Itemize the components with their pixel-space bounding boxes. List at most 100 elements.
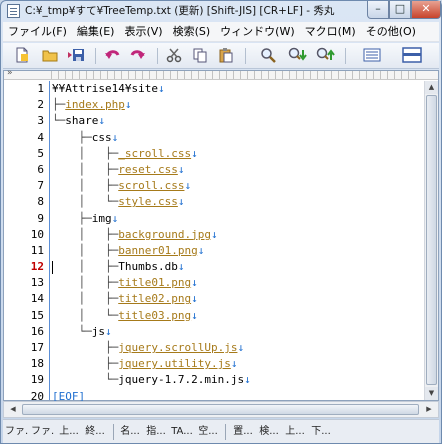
redo-icon[interactable] — [127, 47, 149, 65]
line-number: 18 — [30, 357, 44, 371]
horizontal-scroll-thumb[interactable] — [22, 404, 419, 415]
newline-mark: ↓ — [244, 373, 251, 387]
editor-line[interactable]: 9 ├─img↓ — [4, 211, 424, 227]
file-link[interactable]: background.jpg — [118, 228, 211, 241]
editor-line[interactable]: 4 ├─css↓ — [4, 130, 424, 146]
file-link[interactable]: banner01.png — [118, 244, 197, 257]
new-file-icon[interactable] — [11, 47, 33, 65]
maximize-button[interactable]: □ — [389, 1, 411, 19]
fkey-9[interactable]: 置... — [231, 423, 255, 441]
open-folder-icon[interactable] — [39, 47, 61, 65]
split-window-icon[interactable] — [401, 47, 423, 65]
file-link[interactable]: title03.png — [118, 309, 191, 322]
scroll-left-icon[interactable]: ◀ — [6, 403, 20, 416]
fkey-8[interactable]: 空... — [196, 423, 220, 441]
line-content: ├─img↓ — [52, 211, 118, 227]
editor-line[interactable]: 10 │ ├─background.jpg↓ — [4, 227, 424, 243]
line-content: │ ├─reset.css↓ — [52, 162, 184, 178]
menu-window[interactable]: ウィンドウ(W) — [215, 22, 299, 41]
newline-mark: ↓ — [177, 195, 185, 209]
editor-line[interactable]: 16 └─js↓ — [4, 324, 424, 340]
fkey-6[interactable]: 指... — [144, 423, 168, 441]
menu-view[interactable]: 表示(V) — [119, 22, 167, 41]
tree-branch: ├─ — [52, 211, 92, 225]
paste-icon[interactable] — [215, 47, 237, 65]
close-button[interactable]: ✕ — [411, 1, 441, 19]
file-link[interactable]: scroll.css — [118, 179, 184, 192]
line-content: └─share↓ — [52, 113, 105, 129]
menu-file[interactable]: ファイル(F) — [3, 22, 72, 41]
file-name: Thumbs.db — [118, 260, 178, 274]
ruler-scroll-icon[interactable]: » — [7, 68, 13, 78]
search-down-icon[interactable] — [287, 47, 309, 65]
fkey-12[interactable]: 下... — [309, 423, 333, 441]
menu-other[interactable]: その他(O) — [361, 22, 421, 41]
line-content: ├─jquery.utility.js↓ — [52, 356, 237, 372]
editor-line[interactable]: 8 │ └─style.css↓ — [4, 194, 424, 210]
app-window: C:¥_tmp¥すて¥TreeTemp.txt (更新) [Shift-JIS]… — [0, 0, 442, 444]
fkey-7[interactable]: TA... — [170, 423, 194, 441]
editor-line[interactable]: 3 └─share↓ — [4, 113, 424, 129]
text-lines[interactable]: 1 ¥¥Attrise14¥site↓ 2 ├─index.php↓ 3 └─share↓… — [4, 81, 424, 405]
fkey-1[interactable]: ファ.. — [5, 423, 29, 441]
tree-branch: │ ├─ — [52, 146, 119, 160]
text-editor[interactable]: » 1 ¥¥Attrise14¥site↓ 2 ├─index.php↓ 3 └─shar… — [3, 68, 439, 403]
editor-line[interactable]: 2 ├─index.php↓ — [4, 97, 424, 113]
search-up-icon[interactable] — [315, 47, 337, 65]
undo-icon[interactable] — [101, 47, 123, 65]
file-link[interactable]: title01.png — [118, 276, 191, 289]
editor-line[interactable]: 13 │ ├─title01.png↓ — [4, 275, 424, 291]
save-icon[interactable] — [65, 47, 87, 65]
list-view-icon[interactable] — [361, 47, 383, 65]
fkey-10[interactable]: 検... — [257, 423, 281, 441]
file-name: img — [91, 211, 112, 225]
line-number: 16 — [30, 324, 44, 338]
menu-edit[interactable]: 編集(E) — [72, 22, 120, 41]
editor-line[interactable]: 15 │ └─title03.png↓ — [4, 308, 424, 324]
file-link[interactable]: title02.png — [118, 292, 191, 305]
newline-mark: ↓ — [191, 146, 198, 160]
editor-line[interactable]: 11 │ ├─banner01.png↓ — [4, 243, 424, 259]
tree-branch: ├─ — [52, 341, 119, 354]
file-link[interactable]: style.css — [118, 195, 178, 208]
fkey-4[interactable]: 終... — [83, 423, 107, 441]
fkey-11[interactable]: 上... — [283, 423, 307, 441]
text-caret — [52, 261, 53, 275]
fkey-5[interactable]: 名... — [118, 423, 142, 441]
file-link[interactable]: index.php — [65, 98, 125, 111]
editor-line[interactable]: 12 │ ├─Thumbs.db↓ — [4, 259, 424, 275]
search-icon[interactable] — [257, 47, 279, 65]
newline-mark: ↓ — [191, 308, 198, 322]
editor-line[interactable]: 14 │ ├─title02.png↓ — [4, 291, 424, 307]
file-link[interactable]: jquery.utility.js — [118, 357, 231, 370]
vertical-scrollbar[interactable]: ▲ ▼ — [424, 81, 438, 400]
file-link[interactable]: jquery.scrollUp.js — [118, 341, 237, 354]
editor-line[interactable]: 1 ¥¥Attrise14¥site↓ — [4, 81, 424, 97]
newline-mark: ↓ — [177, 162, 185, 176]
editor-line[interactable]: 18 ├─jquery.utility.js↓ — [4, 356, 424, 372]
fkey-2[interactable]: ファ.. — [31, 423, 55, 441]
editor-line[interactable]: 7 │ ├─scroll.css↓ — [4, 178, 424, 194]
editor-line[interactable]: 19 └─jquery-1.7.2.min.js↓ — [4, 372, 424, 388]
line-number: 6 — [37, 162, 44, 176]
horizontal-scrollbar[interactable]: ◀ ▶ — [3, 401, 439, 418]
scroll-down-icon[interactable]: ▼ — [425, 387, 438, 400]
scroll-up-icon[interactable]: ▲ — [425, 81, 438, 94]
document-icon[interactable] — [7, 4, 20, 18]
title-bar[interactable]: C:¥_tmp¥すて¥TreeTemp.txt (更新) [Shift-JIS]… — [1, 1, 441, 21]
file-link[interactable]: reset.css — [118, 163, 178, 176]
editor-line[interactable]: 6 │ ├─reset.css↓ — [4, 162, 424, 178]
menu-macro[interactable]: マクロ(M) — [300, 22, 361, 41]
menu-search[interactable]: 検索(S) — [168, 22, 216, 41]
minimize-button[interactable]: – — [367, 1, 389, 19]
line-content: └─jquery-1.7.2.min.js↓ — [52, 372, 251, 388]
file-name: share — [65, 114, 99, 128]
scroll-right-icon[interactable]: ▶ — [422, 403, 436, 416]
vertical-scroll-thumb[interactable] — [426, 95, 437, 385]
editor-line[interactable]: 5 │ ├─_scroll.css↓ — [4, 146, 424, 162]
editor-line[interactable]: 17 ├─jquery.scrollUp.js↓ — [4, 340, 424, 356]
file-link[interactable]: _scroll.css — [118, 147, 191, 160]
fkey-3[interactable]: 上... — [57, 423, 81, 441]
cut-icon[interactable] — [163, 47, 185, 65]
copy-icon[interactable] — [189, 47, 211, 65]
